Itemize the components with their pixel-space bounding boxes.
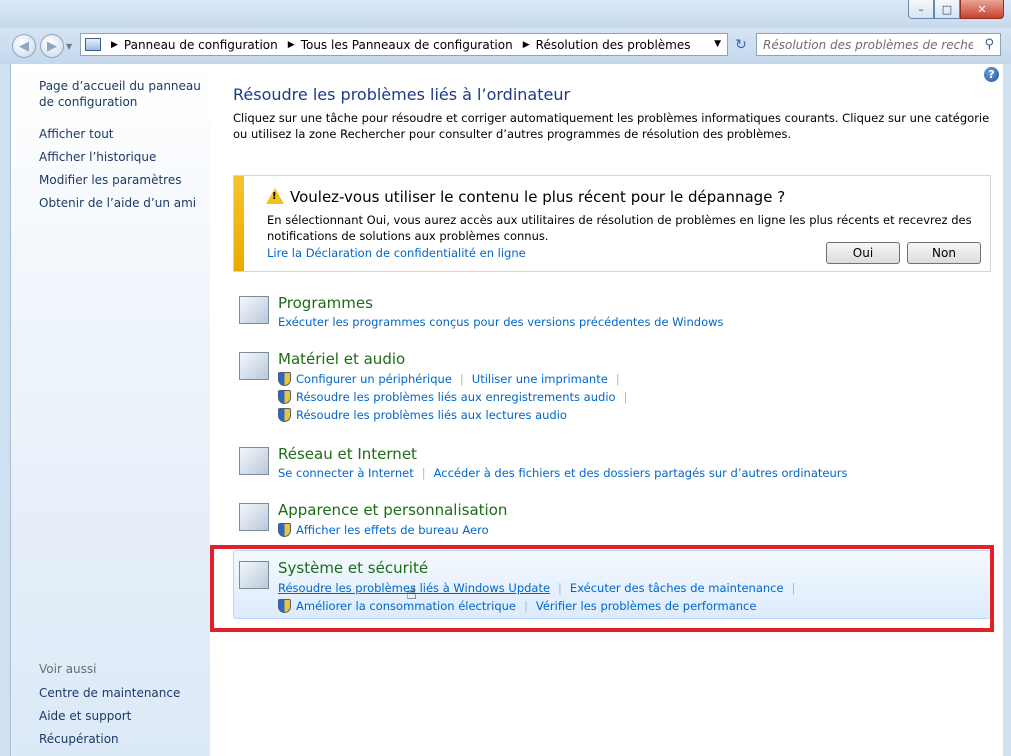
programs-icon — [239, 296, 269, 324]
category-network-internet: Réseau et Internet Se connecter à Intern… — [233, 445, 993, 485]
category-links: Exécuter les programmes conçus pour des … — [278, 315, 724, 329]
forward-button[interactable]: ▶ — [40, 34, 64, 58]
link-separator: | — [615, 372, 620, 386]
notice-title: Voulez-vous utiliser le contenu le plus … — [290, 188, 786, 206]
breadcrumb-control-panel[interactable]: Panneau de configuration — [124, 38, 278, 52]
no-button[interactable]: Non — [907, 242, 981, 264]
intro-text: Cliquez sur une tâche pour résoudre et c… — [233, 111, 990, 141]
link-run-old-programs[interactable]: Exécuter les programmes conçus pour des … — [278, 315, 724, 329]
category-title-appearance[interactable]: Apparence et personnalisation — [278, 501, 507, 519]
highlight-annotation-box — [210, 545, 994, 632]
link-connect-internet[interactable]: Se connecter à Internet — [278, 466, 414, 480]
see-also-heading: Voir aussi — [39, 662, 97, 676]
window-controls: – □ ✕ — [908, 0, 1004, 19]
search-input[interactable] — [763, 37, 973, 52]
sidebar-item-show-all[interactable]: Afficher tout — [39, 126, 114, 142]
sidebar-item-history[interactable]: Afficher l’historique — [39, 149, 156, 165]
uac-shield-icon — [278, 408, 291, 422]
category-programs: Programmes Exécuter les programmes conçu… — [233, 294, 993, 334]
address-dropdown-icon[interactable]: ▼ — [714, 39, 721, 49]
back-arrow-icon: ◀ — [19, 38, 29, 54]
main-content: ? Résoudre les problèmes liés à l’ordina… — [210, 64, 1003, 756]
network-icon — [239, 447, 269, 475]
uac-shield-icon — [278, 372, 291, 386]
refresh-button[interactable]: ↻ — [730, 34, 752, 56]
category-links: Configurer un périphérique | Utiliser un… — [278, 372, 628, 386]
link-separator: | — [421, 466, 426, 480]
uac-shield-icon — [278, 390, 291, 404]
category-title-programs[interactable]: Programmes — [278, 294, 373, 312]
forward-arrow-icon: ▶ — [47, 38, 57, 54]
category-links: Se connecter à Internet | Accéder à des … — [278, 466, 847, 480]
title-bar: – □ ✕ — [0, 0, 1011, 28]
back-button[interactable]: ◀ — [12, 34, 36, 58]
address-bar[interactable]: ▶ Panneau de configuration ▶ Tous les Pa… — [80, 33, 728, 56]
breadcrumb-separator-icon[interactable]: ▶ — [288, 40, 295, 50]
link-audio-recording[interactable]: Résoudre les problèmes liés aux enregist… — [296, 390, 616, 404]
help-icon[interactable]: ? — [984, 67, 999, 82]
sidebar-item-settings[interactable]: Modifier les paramètres — [39, 172, 181, 188]
link-shared-folders[interactable]: Accéder à des fichiers et des dossiers p… — [434, 466, 848, 480]
control-panel-icon — [85, 38, 101, 51]
category-title-network[interactable]: Réseau et Internet — [278, 445, 417, 463]
link-use-printer[interactable]: Utiliser une imprimante — [472, 372, 608, 386]
refresh-icon: ↻ — [735, 37, 747, 53]
breadcrumb-troubleshooting[interactable]: Résolution des problèmes — [536, 38, 691, 52]
recent-pages-dropdown[interactable]: ▼ — [66, 42, 72, 51]
link-separator: | — [623, 390, 628, 404]
uac-shield-icon — [278, 523, 291, 537]
yes-button[interactable]: Oui — [826, 242, 900, 264]
close-button[interactable]: ✕ — [960, 0, 1004, 19]
maximize-button[interactable]: □ — [934, 0, 960, 19]
page-title: Résoudre les problèmes liés à l’ordinate… — [233, 85, 571, 104]
search-box[interactable]: ⚲ — [756, 33, 1001, 56]
left-task-pane: Page d’accueil du panneau de configurati… — [10, 64, 210, 756]
category-links: Résoudre les problèmes liés aux enregist… — [278, 390, 635, 404]
category-hardware-audio: Matériel et audio Configurer un périphér… — [233, 350, 993, 422]
link-separator: | — [459, 372, 464, 386]
warning-icon: ! — [266, 188, 284, 204]
hardware-audio-icon — [239, 352, 269, 380]
sidebar-item-help-friend[interactable]: Obtenir de l’aide d’un ami — [39, 195, 196, 211]
category-links: Afficher les effets de bureau Aero — [278, 523, 489, 537]
link-aero-effects[interactable]: Afficher les effets de bureau Aero — [296, 523, 489, 537]
control-panel-home-link[interactable]: Page d’accueil du panneau de configurati… — [39, 78, 209, 110]
breadcrumb-all-panels[interactable]: Tous les Panneaux de configuration — [301, 38, 513, 52]
hand-cursor-icon: ☝ — [406, 583, 417, 604]
online-content-notice: ! Voulez-vous utiliser le contenu le plu… — [233, 175, 991, 272]
notice-text: En sélectionnant Oui, vous aurez accès a… — [267, 213, 972, 243]
privacy-statement-link[interactable]: Lire la Déclaration de confidentialité e… — [267, 246, 526, 260]
search-icon[interactable]: ⚲ — [984, 37, 994, 52]
breadcrumb-separator-icon[interactable]: ▶ — [111, 40, 118, 50]
category-title-hardware-audio[interactable]: Matériel et audio — [278, 350, 405, 368]
notice-accent-bar — [234, 176, 244, 271]
breadcrumb-separator-icon[interactable]: ▶ — [523, 40, 530, 50]
minimize-button[interactable]: – — [908, 0, 934, 19]
link-audio-playback[interactable]: Résoudre les problèmes liés aux lectures… — [296, 408, 567, 422]
see-also-recovery[interactable]: Récupération — [39, 731, 119, 747]
appearance-icon — [239, 503, 269, 531]
navigation-bar: ◀ ▶ ▼ ▶ Panneau de configuration ▶ Tous … — [0, 28, 1011, 64]
see-also-help-support[interactable]: Aide et support — [39, 708, 131, 724]
see-also-action-center[interactable]: Centre de maintenance — [39, 685, 180, 701]
link-configure-device[interactable]: Configurer un périphérique — [296, 372, 452, 386]
category-links: Résoudre les problèmes liés aux lectures… — [278, 408, 567, 422]
category-appearance: Apparence et personnalisation Afficher l… — [233, 501, 993, 541]
